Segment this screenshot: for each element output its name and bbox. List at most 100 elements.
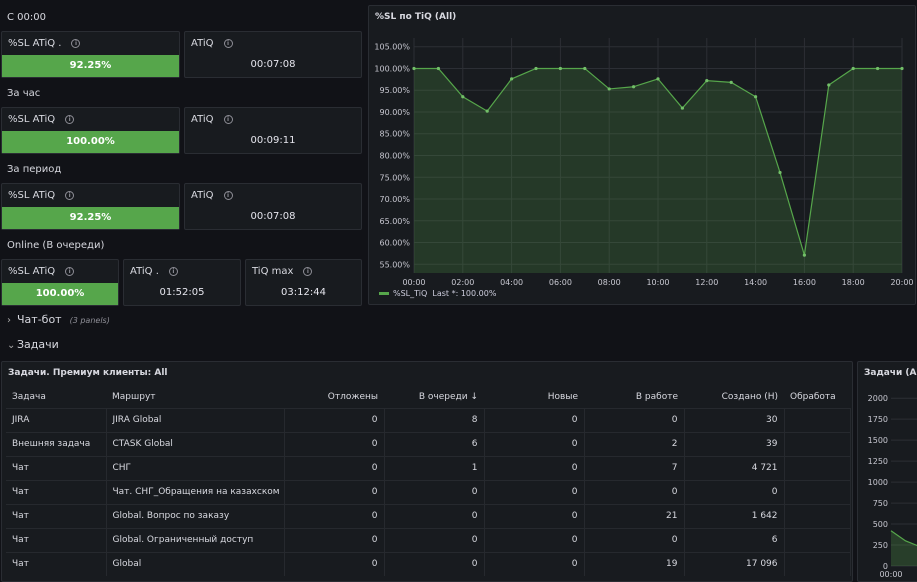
table-cell: 4 721 <box>684 455 785 480</box>
info-icon[interactable]: i <box>168 266 178 276</box>
table-cell: 0 <box>384 551 485 576</box>
table-row[interactable]: Чат Global. Вопрос по заказу 0 0 0 21 1 642 <box>6 503 851 528</box>
info-icon[interactable]: i <box>65 190 75 200</box>
stat-value-bar: 92.25% <box>2 55 179 77</box>
stat-title: %SL ATiQ <box>8 114 56 125</box>
table-cell: 0 <box>284 551 385 576</box>
x-tick-label: 10:00 <box>646 278 669 287</box>
table-row[interactable]: Чат Чат. СНГ_Обращения на казахском 0 0 0 0 0 <box>6 479 851 504</box>
table-cell <box>784 479 851 504</box>
y-tick-label: 1750 <box>868 415 888 424</box>
stat-panel-sl-period[interactable]: %SL ATiQ i 92.25% <box>1 183 180 230</box>
info-icon[interactable]: i <box>65 266 75 276</box>
table-cell: JIRA Global <box>106 407 285 432</box>
column-header-created[interactable]: Создано (Н) <box>684 386 784 408</box>
x-tick-label: 14:00 <box>744 278 767 287</box>
column-header-route[interactable]: Маршрут <box>106 386 284 408</box>
table-cell: Чат <box>6 503 107 528</box>
table-row[interactable]: Внешняя задача CTASK Global 0 6 0 2 39 <box>6 431 851 456</box>
column-header-task[interactable]: Задача <box>6 386 106 408</box>
y-tick-label: 2000 <box>868 394 888 403</box>
stat-panel-atiq-period[interactable]: ATiQ i 00:07:08 <box>184 183 362 230</box>
info-icon[interactable]: i <box>223 38 233 48</box>
y-tick-label: 250 <box>873 541 888 550</box>
column-header-new[interactable]: Новые <box>484 386 584 408</box>
table-cell: JIRA <box>6 407 107 432</box>
stat-title: ATiQ <box>191 190 214 201</box>
stat-panel-sl-last-hour[interactable]: %SL ATiQ i 100.00% <box>1 107 180 154</box>
row-header-tasks[interactable]: ⌄ Задачи <box>7 338 59 351</box>
row-panel-count: (3 panels) <box>69 316 110 325</box>
series-area-fill <box>891 530 917 566</box>
table-cell: Global. Ограниченный доступ <box>106 527 285 552</box>
tasks-table-panel[interactable]: Задачи. Премиум клиенты: All Задача Марш… <box>1 361 853 582</box>
table-cell: 0 <box>284 407 385 432</box>
section-last-hour: За час <box>7 88 41 99</box>
table-cell: 8 <box>384 407 485 432</box>
info-icon[interactable]: i <box>223 190 233 200</box>
data-point <box>827 83 831 87</box>
info-icon[interactable]: i <box>71 38 81 48</box>
legend-last-value: Last *: 100.00% <box>432 289 497 298</box>
sort-desc-icon: ↓ <box>470 391 478 402</box>
table-cell: 0 <box>384 503 485 528</box>
table-cell: 0 <box>284 431 385 456</box>
table-row[interactable]: Чат Global 0 0 0 19 17 096 <box>6 551 851 576</box>
column-header-processed[interactable]: Обработа <box>784 386 850 408</box>
column-header-in-progress[interactable]: В работе <box>584 386 684 408</box>
sl-chart-panel[interactable]: %SL по TiQ (All) 55.00% 60.00% 65.00% 70.00… <box>368 5 916 305</box>
data-point <box>436 66 440 71</box>
table-cell: 1 <box>384 455 485 480</box>
info-icon[interactable]: i <box>223 114 233 124</box>
x-tick-label: 04:00 <box>500 278 523 287</box>
data-point <box>729 80 733 84</box>
stat-panel-atiq-online[interactable]: ATiQ . i 01:52:05 <box>123 259 241 306</box>
data-point <box>754 95 758 99</box>
table-cell: Чат. СНГ_Обращения на казахском <box>106 479 285 504</box>
stat-panel-sl-online[interactable]: %SL ATiQ i 100.00% <box>1 259 119 306</box>
stat-panel-tiq-max[interactable]: TiQ max i 03:12:44 <box>245 259 362 306</box>
stat-title: ATiQ . <box>130 266 159 277</box>
table-cell: 17 096 <box>684 551 785 576</box>
table-cell: Чат <box>6 479 107 504</box>
stat-value: 00:07:08 <box>250 211 296 222</box>
column-header-postponed[interactable]: Отложены <box>284 386 384 408</box>
table-cell: 19 <box>584 551 685 576</box>
x-tick-label: 20:00 <box>890 278 913 287</box>
table-cell: 0 <box>284 479 385 504</box>
table-cell: 0 <box>384 527 485 552</box>
table-cell: 39 <box>684 431 785 456</box>
y-tick-label: 1500 <box>868 436 888 445</box>
tasks-chart-panel[interactable]: Задачи (All) 025050075010001250150017502… <box>857 361 917 582</box>
data-point <box>778 170 782 175</box>
table-cell: 0 <box>484 479 585 504</box>
x-tick-label: 02:00 <box>451 278 474 287</box>
stat-value: 03:12:44 <box>281 287 326 298</box>
table-row[interactable]: Чат СНГ 0 1 0 7 4 721 <box>6 455 851 480</box>
y-tick-label: 80.00% <box>379 152 410 161</box>
stat-value: 00:07:08 <box>250 59 296 70</box>
info-icon[interactable]: i <box>65 114 75 124</box>
series-area-fill <box>414 68 902 273</box>
row-header-chatbot[interactable]: › Чат-бот (3 panels) <box>7 313 110 326</box>
row-label: Чат-бот <box>17 313 62 326</box>
column-header-in-queue[interactable]: В очереди ↓ <box>384 386 484 408</box>
chart-legend[interactable]: %SL_TiQ Last *: 100.00% <box>379 289 496 298</box>
table-row[interactable]: JIRA JIRA Global 0 8 0 0 30 <box>6 407 851 432</box>
table-cell: 1 642 <box>684 503 785 528</box>
x-tick-label: 00:00 <box>402 278 425 287</box>
table-cell: 0 <box>484 527 585 552</box>
stat-title: ATiQ <box>191 38 214 49</box>
info-icon[interactable]: i <box>303 266 313 276</box>
sl-line-chart: 55.00% 60.00% 65.00% 70.00% 75.00% 80.00% 85.0… <box>374 38 914 287</box>
stat-title: %SL ATiQ <box>8 266 56 277</box>
data-point <box>656 77 660 81</box>
stat-panel-atiq-last-hour[interactable]: ATiQ i 00:09:11 <box>184 107 362 154</box>
table-cell: СНГ <box>106 455 285 480</box>
stat-panel-sl-since-midnight[interactable]: %SL ATiQ . i 92.25% <box>1 31 180 78</box>
table-row[interactable]: Чат Global. Ограниченный доступ 0 0 0 0 6 <box>6 527 851 552</box>
stat-value-bar: 100.00% <box>2 131 179 153</box>
data-point <box>632 85 636 89</box>
stat-panel-atiq-since-midnight[interactable]: ATiQ i 00:07:08 <box>184 31 362 78</box>
section-since-midnight: С 00:00 <box>7 12 46 23</box>
